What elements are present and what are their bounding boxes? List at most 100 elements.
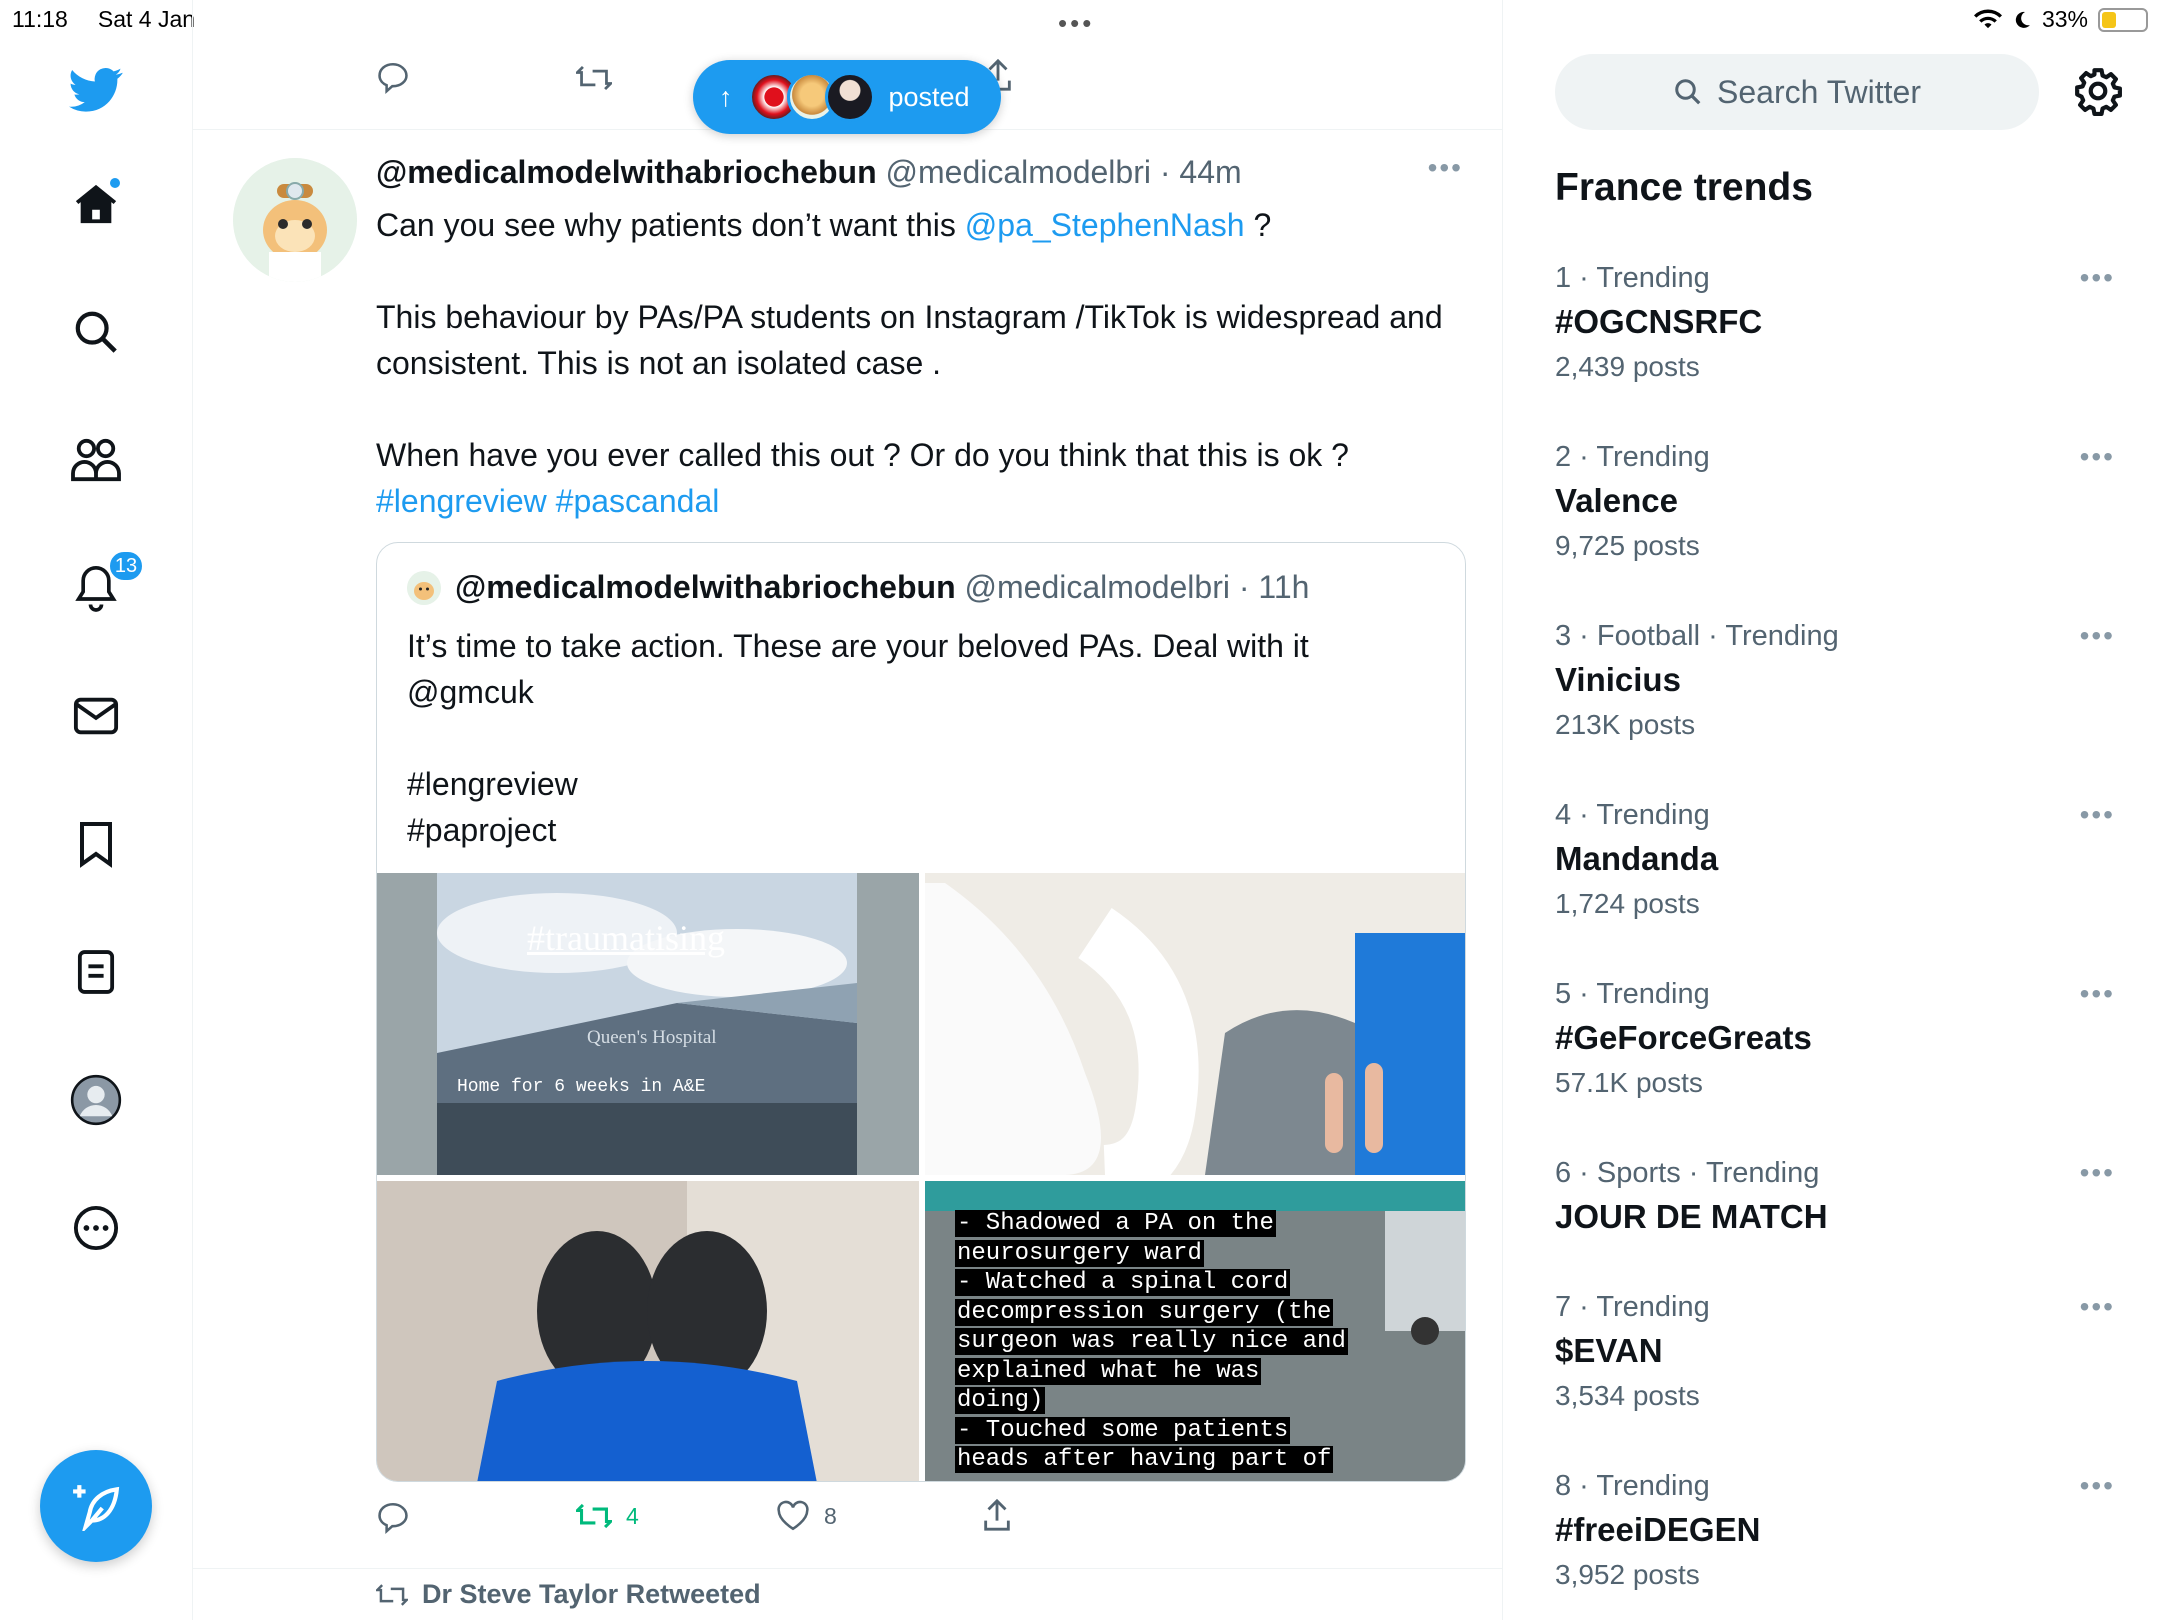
tweet-author-avatar[interactable] — [233, 158, 357, 282]
reply-icon[interactable] — [376, 60, 410, 94]
bookmarks-icon[interactable] — [68, 816, 124, 872]
posted-label: posted — [888, 81, 970, 112]
media-image-crocs[interactable] — [377, 1181, 919, 1481]
trend-post-count: 9,725 posts — [1555, 530, 1700, 561]
trend-item[interactable]: 1 · Trending #OGCNSRFC 2,439 posts ••• — [1555, 262, 2115, 383]
retweet-button[interactable]: 4 — [576, 1500, 639, 1532]
trend-post-count: 57.1K posts — [1555, 1067, 1703, 1098]
trend-more-icon[interactable]: ••• — [2080, 799, 2115, 831]
trend-post-count: 2,439 posts — [1555, 351, 1700, 382]
media-grid: #traumatising Queen's Hospital Home for … — [377, 873, 1465, 1481]
author-name[interactable]: @medicalmodelwithabriochebun — [376, 154, 877, 190]
media-overlay-sign: Queen's Hospital — [587, 1027, 717, 1048]
trend-meta: 7 · Trending — [1555, 1291, 1710, 1323]
trend-more-icon[interactable]: ••• — [2080, 1157, 2115, 1189]
communities-icon[interactable] — [68, 432, 124, 488]
quoted-text-line: It’s time to take action. These are your… — [407, 628, 1309, 664]
media-overlay-line: surgeon was really nice and — [955, 1328, 1348, 1355]
media-overlay-line: decompression surgery (the — [955, 1298, 1334, 1326]
tweet-text: Can you see why patients don’t want this… — [376, 202, 1466, 524]
pill-avatars — [748, 72, 875, 122]
media-image-ward[interactable] — [925, 873, 1465, 1175]
media-overlay-line: doing) — [955, 1387, 1046, 1414]
trend-more-icon[interactable]: ••• — [2080, 441, 2115, 473]
media-image-text-notes[interactable]: - Shadowed a PA on the neurosurgery ward -… — [925, 1181, 1465, 1481]
tweet-more-icon[interactable]: ••• — [1428, 152, 1463, 184]
trends-heading: France trends — [1555, 166, 1813, 209]
quoted-hashtag: #paproject — [407, 812, 557, 848]
media-overlay-notes: - Shadowed a PA on the neurosurgery ward -… — [955, 1209, 1348, 1475]
quoted-hashtag: #lengreview — [407, 766, 578, 802]
trend-meta: 2 · Trending — [1555, 441, 1710, 473]
quoted-author-handle: @medicalmodelbri — [964, 569, 1230, 605]
trend-item[interactable]: 3 · Football · Trending Vinicius 213K post… — [1555, 620, 2115, 741]
trend-item[interactable]: 5 · Trending #GeForceGreats 57.1K posts ••• — [1555, 978, 2115, 1099]
media-overlay-line: heads after having part of — [955, 1446, 1334, 1473]
media-overlay-line: - Shadowed a PA on the — [955, 1210, 1276, 1237]
trend-name: Mandanda — [1555, 840, 1719, 877]
quoted-tweet[interactable]: @medicalmodelwithabriochebun @medicalmod… — [376, 542, 1466, 1482]
trend-item[interactable]: 7 · Trending $EVAN 3,534 posts ••• — [1555, 1291, 2115, 1412]
quoted-author-name: @medicalmodelwithabriochebun — [455, 569, 956, 605]
trend-more-icon[interactable]: ••• — [2080, 262, 2115, 294]
trend-name: Valence — [1555, 482, 1678, 519]
trend-more-icon[interactable]: ••• — [2080, 620, 2115, 652]
quoted-text-line: @gmcuk — [407, 674, 534, 710]
trend-item[interactable]: 8 · Trending #freeiDEGEN 3,952 posts ••• — [1555, 1470, 2115, 1591]
new-posts-pill[interactable]: ↑ posted — [693, 60, 1001, 134]
hashtag-link[interactable]: #pascandal — [556, 483, 720, 519]
twitter-logo-icon[interactable] — [68, 62, 124, 118]
media-image-hospital[interactable]: #traumatising Queen's Hospital Home for … — [377, 873, 919, 1175]
trend-more-icon[interactable]: ••• — [2080, 1470, 2115, 1502]
media-overlay-line: - Watched a spinal cord — [955, 1269, 1291, 1296]
home-icon[interactable] — [68, 176, 124, 232]
trend-post-count: 3,534 posts — [1555, 1380, 1700, 1411]
retweeted-by-label[interactable]: Dr Steve Taylor Retweeted — [422, 1579, 761, 1610]
trend-post-count: 3,952 posts — [1555, 1559, 1700, 1590]
trend-name: #GeForceGreats — [1555, 1019, 1812, 1056]
mention-link[interactable]: @pa_StephenNash — [965, 207, 1245, 243]
trend-meta: 8 · Trending — [1555, 1470, 1710, 1502]
tweet-paragraph: This behaviour by PAs/PA students on Ins… — [376, 299, 1443, 381]
trend-item[interactable]: 6 · Sports · Trending JOUR DE MATCH ••• — [1555, 1157, 2115, 1236]
right-sidebar: Search Twitter France trends 1 · Trendin… — [1503, 0, 2160, 1620]
compose-tweet-button[interactable] — [40, 1450, 152, 1562]
search-input[interactable]: Search Twitter — [1555, 54, 2039, 130]
like-button[interactable]: 8 — [776, 1500, 837, 1532]
tweet-text-line: Can you see why patients don’t want this — [376, 207, 965, 243]
author-handle[interactable]: @medicalmodelbri — [886, 154, 1151, 190]
trend-name: Vinicius — [1555, 661, 1681, 698]
trend-name: #OGCNSRFC — [1555, 303, 1763, 340]
search-placeholder: Search Twitter — [1717, 73, 1921, 110]
share-button[interactable] — [982, 1498, 1012, 1532]
reply-icon — [378, 1502, 408, 1534]
hashtag-link[interactable]: #lengreview — [376, 483, 547, 519]
search-icon[interactable] — [68, 304, 124, 360]
tweet-text-line: ? — [1244, 207, 1272, 243]
trend-more-icon[interactable]: ••• — [2080, 978, 2115, 1010]
trend-name: $EVAN — [1555, 1332, 1663, 1369]
notifications-bell-icon[interactable]: 13 — [68, 550, 144, 616]
trend-more-icon[interactable]: ••• — [2080, 1291, 2115, 1323]
profile-avatar-icon[interactable] — [68, 1072, 124, 1128]
feather-plus-icon — [73, 1485, 120, 1531]
trend-item[interactable]: 4 · Trending Mandanda 1,724 posts ••• — [1555, 799, 2115, 920]
media-overlay-title: #traumatising — [527, 918, 725, 958]
retweet-icon[interactable] — [576, 62, 612, 94]
left-nav: 13 — [0, 0, 193, 1620]
trend-meta: 4 · Trending — [1555, 799, 1710, 831]
more-menu-icon[interactable] — [68, 1200, 124, 1256]
trend-post-count: 213K posts — [1555, 709, 1696, 740]
tweet-time[interactable]: · 44m — [1160, 154, 1242, 190]
lists-icon[interactable] — [68, 944, 124, 1000]
quoted-author-avatar — [407, 570, 441, 605]
media-overlay-line: - Touched some patients — [955, 1416, 1291, 1444]
trend-item[interactable]: 2 · Trending Valence 9,725 posts ••• — [1555, 441, 2115, 562]
messages-icon[interactable] — [68, 688, 124, 744]
trend-post-count: 1,724 posts — [1555, 888, 1700, 919]
reply-button[interactable] — [376, 1500, 410, 1534]
settings-gear-icon[interactable] — [2073, 66, 2123, 116]
trend-name: #freeiDEGEN — [1555, 1511, 1761, 1548]
trend-meta: 5 · Trending — [1555, 978, 1710, 1010]
media-overlay-line: neurosurgery ward — [955, 1239, 1204, 1267]
